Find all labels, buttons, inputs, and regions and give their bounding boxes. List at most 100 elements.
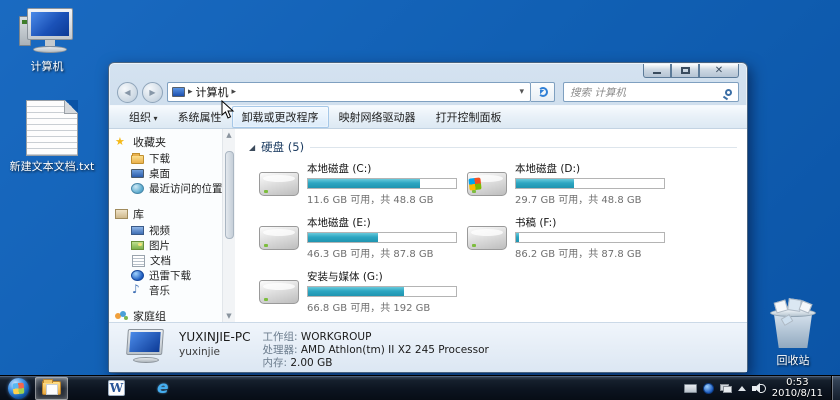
drive-tile[interactable]: 本地磁盘 (D:) 29.7 GB 可用，共 48.8 GB (467, 161, 675, 206)
sidebar-item (115, 196, 222, 205)
forward-button[interactable]: ▶ (142, 82, 163, 103)
collapse-arrow-icon[interactable]: ◢ (249, 143, 255, 152)
toolbar-button[interactable]: 打开控制面板 (426, 106, 512, 128)
taskbar-clock[interactable]: 0:53 2010/8/11 (772, 377, 823, 399)
details-field: 工作组: WORKGROUP (262, 331, 488, 344)
show-desktop-button[interactable] (831, 376, 840, 400)
minimize-button[interactable] (643, 64, 671, 78)
drive-name: 安装与媒体 (G:) (307, 269, 459, 284)
address-bar[interactable]: ▸ 计算机 ▸ ▾ (167, 82, 531, 102)
drive-name: 本地磁盘 (D:) (515, 161, 667, 176)
star-icon (115, 137, 128, 148)
sidebar-item[interactable]: 最近访问的位置 (115, 181, 222, 196)
sidebar-scrollbar[interactable]: ▲ ▼ (222, 129, 235, 322)
address-dropdown-icon[interactable]: ▾ (517, 87, 526, 97)
computer-name: YUXINJIE-PC (179, 330, 250, 344)
breadcrumb-arrow-icon[interactable]: ▸ (232, 87, 237, 97)
drive-name: 本地磁盘 (E:) (307, 215, 459, 230)
taskbar-button-explorer[interactable] (35, 377, 68, 400)
toolbar-button[interactable]: 系统属性 (168, 106, 232, 128)
free-space-text: 86.2 GB 可用，共 87.8 GB (515, 245, 667, 260)
free-space-text: 66.8 GB 可用，共 192 GB (307, 299, 459, 314)
breadcrumb-arrow-icon[interactable]: ▸ (188, 87, 193, 97)
close-icon: ✕ (715, 66, 723, 76)
close-button[interactable]: ✕ (699, 64, 739, 78)
taskbar: W e 0:53 2010/8/11 (0, 375, 840, 400)
network-icon[interactable] (720, 384, 732, 393)
refresh-icon (538, 87, 548, 97)
windows-flag-icon (468, 177, 481, 190)
desktop-icon-recycle-bin[interactable]: 回收站 (750, 300, 836, 368)
capacity-bar (307, 286, 457, 297)
sidebar-item[interactable]: 文档 (115, 253, 222, 268)
explorer-window: ✕ ◀ ▶ ▸ 计算机 ▸ ▾ 搜索 计算机 组织系统属性卸载或更改程序映射网络… (108, 62, 748, 373)
window-titlebar[interactable]: ✕ (109, 63, 747, 79)
navigation-bar: ◀ ▶ ▸ 计算机 ▸ ▾ 搜索 计算机 (109, 79, 747, 105)
hard-drive-icon (467, 172, 507, 196)
drive-name: 书稿 (F:) (515, 215, 667, 230)
free-space-text: 29.7 GB 可用，共 48.8 GB (515, 191, 667, 206)
homegroup-icon (115, 311, 128, 322)
recycle-bin-icon (767, 300, 819, 350)
taskbar-button-ie[interactable]: e (151, 377, 175, 400)
navigation-pane: 收藏夹 下载 桌面 最近访问的位置 库 (109, 129, 235, 322)
command-toolbar: 组织系统属性卸载或更改程序映射网络驱动器打开控制面板 (109, 105, 747, 129)
breadcrumb-item-computer[interactable]: 计算机 (196, 84, 229, 100)
group-header-hard-disks[interactable]: ◢ 硬盘 (5) (249, 139, 737, 155)
capacity-bar (515, 178, 665, 189)
computer-icon (172, 87, 185, 97)
start-button[interactable] (8, 378, 29, 399)
hard-drive-icon (259, 226, 299, 250)
sidebar-item[interactable]: 下载 (115, 151, 222, 166)
thunder-tray-icon[interactable] (703, 383, 714, 394)
details-pane: YUXINJIE-PC yuxinjie 工作组: WORKGROUP 处理器:… (109, 322, 747, 372)
drive-tile[interactable]: 本地磁盘 (E:) 46.3 GB 可用，共 87.8 GB (259, 215, 467, 260)
drive-tile[interactable]: 安装与媒体 (G:) 66.8 GB 可用，共 192 GB (259, 269, 467, 314)
toolbar-button[interactable]: 卸载或更改程序 (232, 106, 329, 128)
clock-time: 0:53 (772, 377, 823, 388)
desktop-icon-label: 计算机 (4, 58, 90, 74)
sidebar-item[interactable]: 收藏夹 (115, 133, 222, 151)
scroll-up-icon[interactable]: ▲ (226, 129, 231, 141)
sidebar-item[interactable]: 库 (115, 205, 222, 223)
scroll-down-icon[interactable]: ▼ (226, 310, 231, 322)
desktop-icon-text-file[interactable]: 新建文本文档.txt (9, 100, 95, 174)
volume-icon[interactable] (752, 383, 766, 394)
input-indicator-icon[interactable] (684, 384, 697, 393)
document-icon (132, 255, 145, 267)
sidebar-item[interactable]: 迅雷下载 (115, 268, 222, 283)
folder-icon (131, 155, 144, 164)
sidebar-item[interactable]: 家庭组 (115, 307, 222, 322)
back-button[interactable]: ◀ (117, 82, 138, 103)
scrollbar-thumb[interactable] (225, 151, 234, 239)
recent-icon (131, 183, 144, 194)
desktop-icon-computer[interactable]: 计算机 (4, 8, 90, 74)
word-icon: W (108, 380, 125, 396)
capacity-bar (307, 232, 457, 243)
capacity-bar-fill (516, 233, 519, 242)
computer-icon (19, 8, 75, 56)
drive-tile[interactable]: 书稿 (F:) 86.2 GB 可用，共 87.8 GB (467, 215, 675, 260)
taskbar-button-word[interactable]: W (102, 377, 131, 400)
maximize-button[interactable] (671, 64, 699, 78)
music-icon (131, 285, 144, 296)
toolbar-button[interactable]: 映射网络驱动器 (329, 106, 426, 128)
sidebar-item[interactable]: 视频 (115, 223, 222, 238)
hard-drive-icon (467, 226, 507, 250)
folder-icon (42, 381, 61, 395)
toolbar-button[interactable]: 组织 (119, 106, 168, 128)
sidebar-item[interactable]: 桌面 (115, 166, 222, 181)
clock-date: 2010/8/11 (772, 388, 823, 399)
capacity-bar-fill (308, 179, 420, 188)
refresh-button[interactable] (531, 82, 555, 102)
user-name: yuxinjie (179, 346, 250, 358)
system-tray (684, 383, 766, 394)
picture-icon (131, 241, 144, 250)
sidebar-item[interactable]: 图片 (115, 238, 222, 253)
show-hidden-icons-arrow[interactable] (738, 386, 746, 391)
desktop-icon (131, 169, 144, 178)
search-box[interactable]: 搜索 计算机 (563, 82, 739, 102)
sidebar-item[interactable]: 音乐 (115, 283, 222, 298)
drive-tile[interactable]: 本地磁盘 (C:) 11.6 GB 可用，共 48.8 GB (259, 161, 467, 206)
capacity-bar (307, 178, 457, 189)
